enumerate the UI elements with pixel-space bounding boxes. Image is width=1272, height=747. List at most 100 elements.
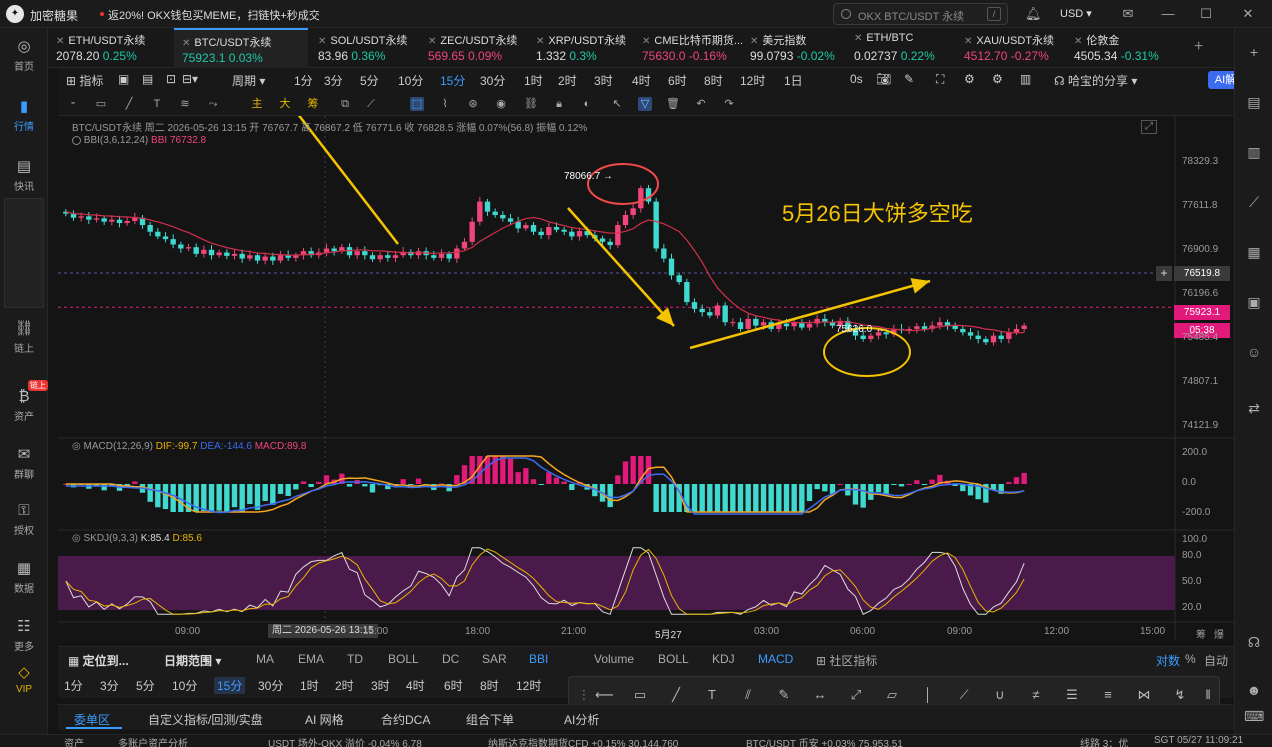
more-tools-icon[interactable]: ‖ [1199,686,1217,704]
maximize-icon[interactable]: ☐ [1198,6,1214,22]
ruler-icon[interactable]: ⟋ [364,97,378,111]
axis-corner-liq[interactable]: 爆 [1214,626,1224,641]
axis-corner-chip[interactable]: 筹 [1196,626,1206,641]
ticker-tab[interactable]: ✕ 美元指数 99.0793 -0.02% [742,28,844,68]
ticker-close-icon[interactable]: ✕ [642,36,650,47]
main-indicator-dc[interactable]: DC [442,652,459,666]
interval-10分[interactable]: 10分 [398,72,423,89]
ticker-close-icon[interactable]: ✕ [536,36,544,47]
interval-15分[interactable]: 15分 [440,72,465,89]
close-icon[interactable]: ✕ [1240,6,1256,22]
ticker-tab[interactable]: ✕ SOL/USDT永续 83.96 0.36% [310,28,418,68]
chip-tool[interactable]: 筹 [306,97,320,111]
chart-panel[interactable]: BTC/USDT永续 周二 2026-05-26 13:15 开 76767.7… [58,116,1234,641]
cursor-icon[interactable]: ↖ [610,97,624,111]
ticker-close-icon[interactable]: ✕ [182,38,190,49]
period-select[interactable]: 周期 ▾ [232,72,265,89]
left-nav-vip[interactable]: ◇ VIP [0,664,48,695]
interval-3分[interactable]: 3分 [324,72,343,89]
interval-12时[interactable]: 12时 [740,72,765,89]
skdj-eye-icon[interactable]: ◎ [72,533,81,544]
channel-icon[interactable]: ⫽ [739,686,757,704]
mail-icon[interactable]: ✉ [1120,6,1136,22]
left-nav-market[interactable]: ▮ 行情 [0,98,48,133]
text-icon[interactable]: T [703,686,721,704]
eye-icon[interactable]: ◉ [494,97,508,111]
text-tool-icon[interactable]: T [150,97,164,111]
liquidation-icon[interactable]: ▦ [1244,242,1264,262]
left-nav-chat[interactable]: ✉ 群聊 [0,446,48,481]
gear-icon[interactable]: ⚙ [992,72,1003,86]
split-icon[interactable]: ▥ [1020,72,1031,86]
parallel-icon[interactable]: ≠ [1027,686,1045,704]
main-tool[interactable]: 主 [250,97,264,111]
orderbook-icon[interactable]: ▤ [1244,92,1264,112]
share-dropdown[interactable]: ☊ 哈宝的分享 ▾ [1054,72,1137,89]
paint-icon[interactable]: ◐ [580,97,594,111]
sub-indicator-boll[interactable]: BOLL [658,652,689,666]
interval-8时[interactable]: 8时 [704,72,723,89]
interval-6时[interactable]: 6时 [668,72,687,89]
auto-toggle[interactable]: 自动 [1204,652,1228,669]
bottom-tab[interactable]: 自定义指标/回测/实盘 [148,711,263,728]
macd-eye-icon[interactable]: ◎ [72,441,81,452]
interval-1分[interactable]: 1分 [294,72,313,89]
bottom-tab[interactable]: 委单区 [74,711,110,728]
bot-icon[interactable]: ☺ [1244,342,1264,362]
hlines-icon[interactable]: ≡ [1099,686,1117,704]
trend-icon[interactable]: ⟋ [1244,192,1264,212]
bottom-tab[interactable]: AI分析 [564,711,599,728]
line-icon[interactable]: ╱ [667,686,685,704]
ticker-tab[interactable]: ✕ XRP/USDT永续 1.332 0.3% [528,28,632,68]
link-icon[interactable]: ⛓ [524,97,538,111]
ticker-close-icon[interactable]: ✕ [1074,36,1082,47]
assistant-icon[interactable]: ☻ [1244,680,1264,700]
interval-1日[interactable]: 1日 [784,72,803,89]
magnet-icon[interactable]: ⊛ [466,97,480,111]
brush-icon[interactable]: ✎ [775,686,793,704]
redo-icon[interactable]: ↷ [722,97,736,111]
timeframe-15分[interactable]: 15分 [214,677,246,694]
grid-icon[interactable]: ⊟▾ [182,72,198,86]
pencil-icon[interactable]: ✎ [904,72,914,86]
ticker-close-icon[interactable]: ✕ [750,36,758,47]
left-nav-data[interactable]: ▦ 数据 [0,560,48,595]
timeframe-3时[interactable]: 3时 [371,677,390,694]
bottom-tab[interactable]: 组合下单 [466,711,514,728]
fib-tool-icon[interactable]: ≋ [178,97,192,111]
date-range-select[interactable]: 日期范围 ▾ [164,652,221,669]
add-alert-icon[interactable]: + [1156,266,1172,281]
arrow-line-icon[interactable]: ⟋ [955,686,973,704]
sub-indicator-macd[interactable]: MACD [758,652,793,666]
interval-30分[interactable]: 30分 [480,72,505,89]
main-indicator-boll[interactable]: BOLL [388,652,419,666]
ticker-close-icon[interactable]: ✕ [56,36,64,47]
trendline-tool-icon[interactable]: ╱ [122,97,136,111]
sub-indicator-volume[interactable]: Volume [594,652,634,666]
main-indicator-sar[interactable]: SAR [482,652,507,666]
ticker-close-icon[interactable]: ✕ [854,33,862,44]
left-nav-key[interactable]: ⚿ 授权 [0,502,48,537]
sub-indicator-kdj[interactable]: KDJ [712,652,735,666]
big-tool[interactable]: 大 [278,97,292,111]
undo-icon[interactable]: ↶ [694,97,708,111]
layout-icon[interactable]: ▣ [118,72,129,86]
ticker-tab[interactable]: ✕ ETH/USDT永续 2078.20 0.25% [48,28,172,68]
timeframe-6时[interactable]: 6时 [444,677,463,694]
bbi-eye-icon[interactable] [72,135,81,145]
status-item[interactable]: 多账户资产分析 [118,735,188,747]
timeframe-10分[interactable]: 10分 [172,677,197,694]
rect-tool-icon[interactable]: ▭ [94,97,108,111]
settings-icon[interactable]: ⚙ [964,72,975,86]
headset-icon[interactable]: ☊ [1244,632,1264,652]
timeframe-8时[interactable]: 8时 [480,677,499,694]
timeframe-1时[interactable]: 1时 [300,677,319,694]
template-icon[interactable]: ▤ [142,72,153,86]
add-icon[interactable]: + [1244,42,1264,62]
ray-tool-icon[interactable]: ⤳ [206,97,220,111]
timeframe-2时[interactable]: 2时 [335,677,354,694]
ticker-close-icon[interactable]: ✕ [318,36,326,47]
interval-2时[interactable]: 2时 [558,72,577,89]
ticker-tab[interactable]: ✕ XAU/USDT永续 4512.70 -0.27% [956,28,1064,68]
ticker-tab[interactable]: ✕ 伦敦金 4505.34 -0.31% [1066,28,1170,68]
